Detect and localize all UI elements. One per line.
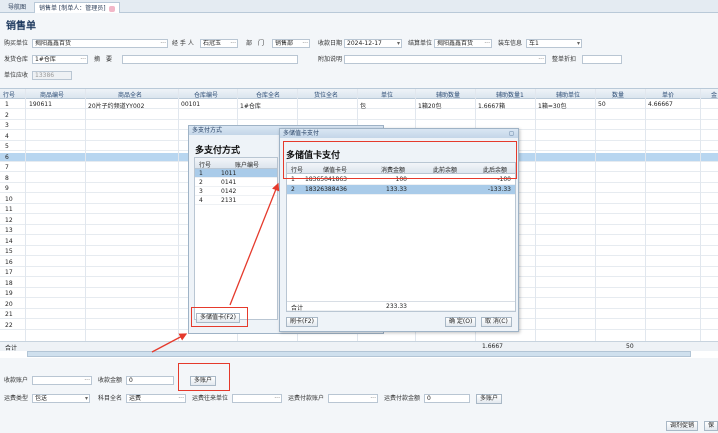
annotation-arrows	[151, 182, 280, 353]
arrow-to-stored-card-button	[151, 333, 188, 353]
arrow-to-stored-card-table	[229, 182, 280, 306]
